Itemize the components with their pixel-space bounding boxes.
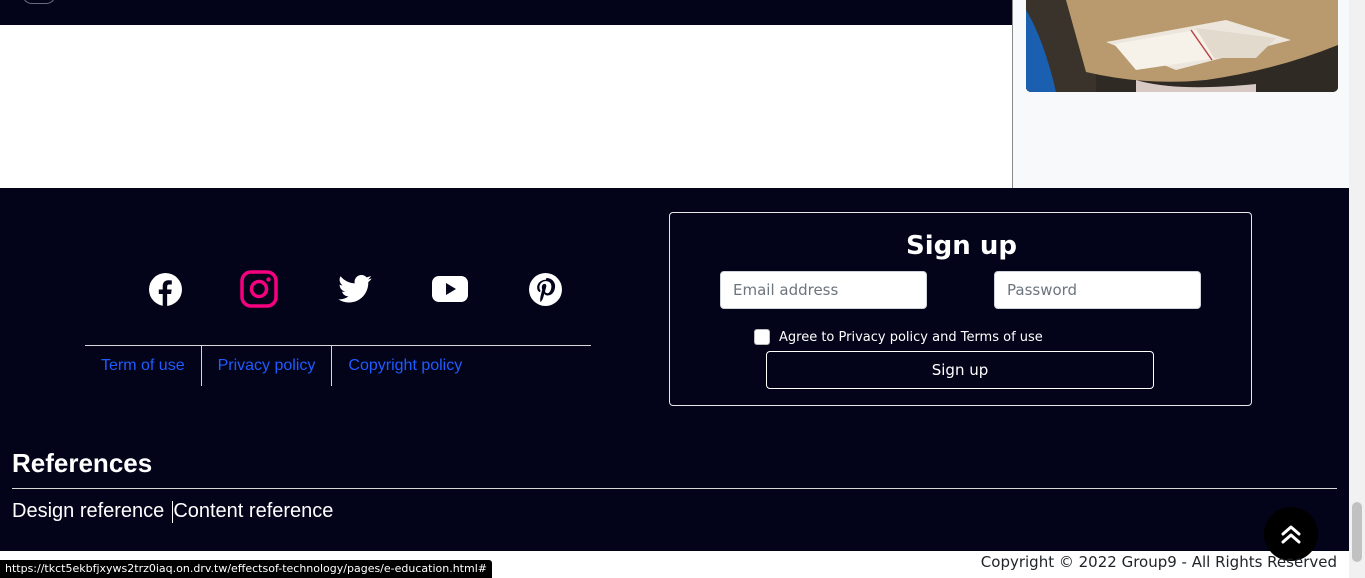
scrollbar-thumb[interactable] bbox=[1352, 502, 1362, 562]
instagram-link[interactable] bbox=[240, 270, 278, 308]
main-content bbox=[0, 25, 1012, 188]
term-of-use-link[interactable]: Term of use bbox=[85, 346, 202, 386]
twitter-link[interactable] bbox=[336, 270, 374, 308]
email-field[interactable] bbox=[720, 271, 927, 309]
scrollbar-track[interactable] bbox=[1349, 0, 1365, 578]
agree-checkbox[interactable] bbox=[754, 329, 770, 345]
sidebar bbox=[1012, 0, 1349, 188]
status-bar-url: https://tkct5ekbfjxyws2trz0iaq.on.drv.tw… bbox=[0, 560, 492, 578]
design-reference-link[interactable]: Design reference bbox=[12, 500, 172, 523]
pinterest-icon bbox=[528, 272, 562, 306]
agree-row: Agree to Privacy policy and Terms of use bbox=[754, 329, 1043, 345]
classroom-study-photo bbox=[1026, 0, 1338, 92]
instagram-icon bbox=[240, 270, 278, 308]
signup-title: Sign up bbox=[906, 231, 1017, 261]
footer: Term of use Privacy policy Copyright pol… bbox=[0, 188, 1349, 551]
youtube-icon bbox=[432, 276, 468, 302]
policy-links: Term of use Privacy policy Copyright pol… bbox=[85, 346, 478, 386]
facebook-icon bbox=[148, 272, 182, 306]
pinterest-link[interactable] bbox=[526, 270, 564, 308]
references-title: References bbox=[12, 448, 153, 478]
signup-form: Sign up Agree to Privacy policy and Term… bbox=[669, 212, 1252, 406]
password-field[interactable] bbox=[994, 271, 1201, 309]
signup-button[interactable]: Sign up bbox=[766, 351, 1154, 389]
references-links: Design reference Content reference bbox=[12, 500, 341, 523]
agree-label: Agree to Privacy policy and Terms of use bbox=[779, 329, 1043, 345]
site-logo-icon[interactable] bbox=[22, 0, 56, 4]
double-chevron-up-icon bbox=[1281, 525, 1301, 544]
privacy-policy-link[interactable]: Privacy policy bbox=[202, 346, 333, 386]
youtube-link[interactable] bbox=[431, 270, 469, 308]
facebook-link[interactable] bbox=[146, 270, 184, 308]
social-links bbox=[146, 270, 566, 308]
twitter-icon bbox=[338, 275, 372, 303]
references-divider bbox=[12, 488, 1337, 489]
copyright-policy-link[interactable]: Copyright policy bbox=[332, 346, 478, 386]
content-reference-link[interactable]: Content reference bbox=[173, 500, 341, 523]
copyright-text: Copyright © 2022 Group9 - All Rights Res… bbox=[980, 553, 1337, 571]
